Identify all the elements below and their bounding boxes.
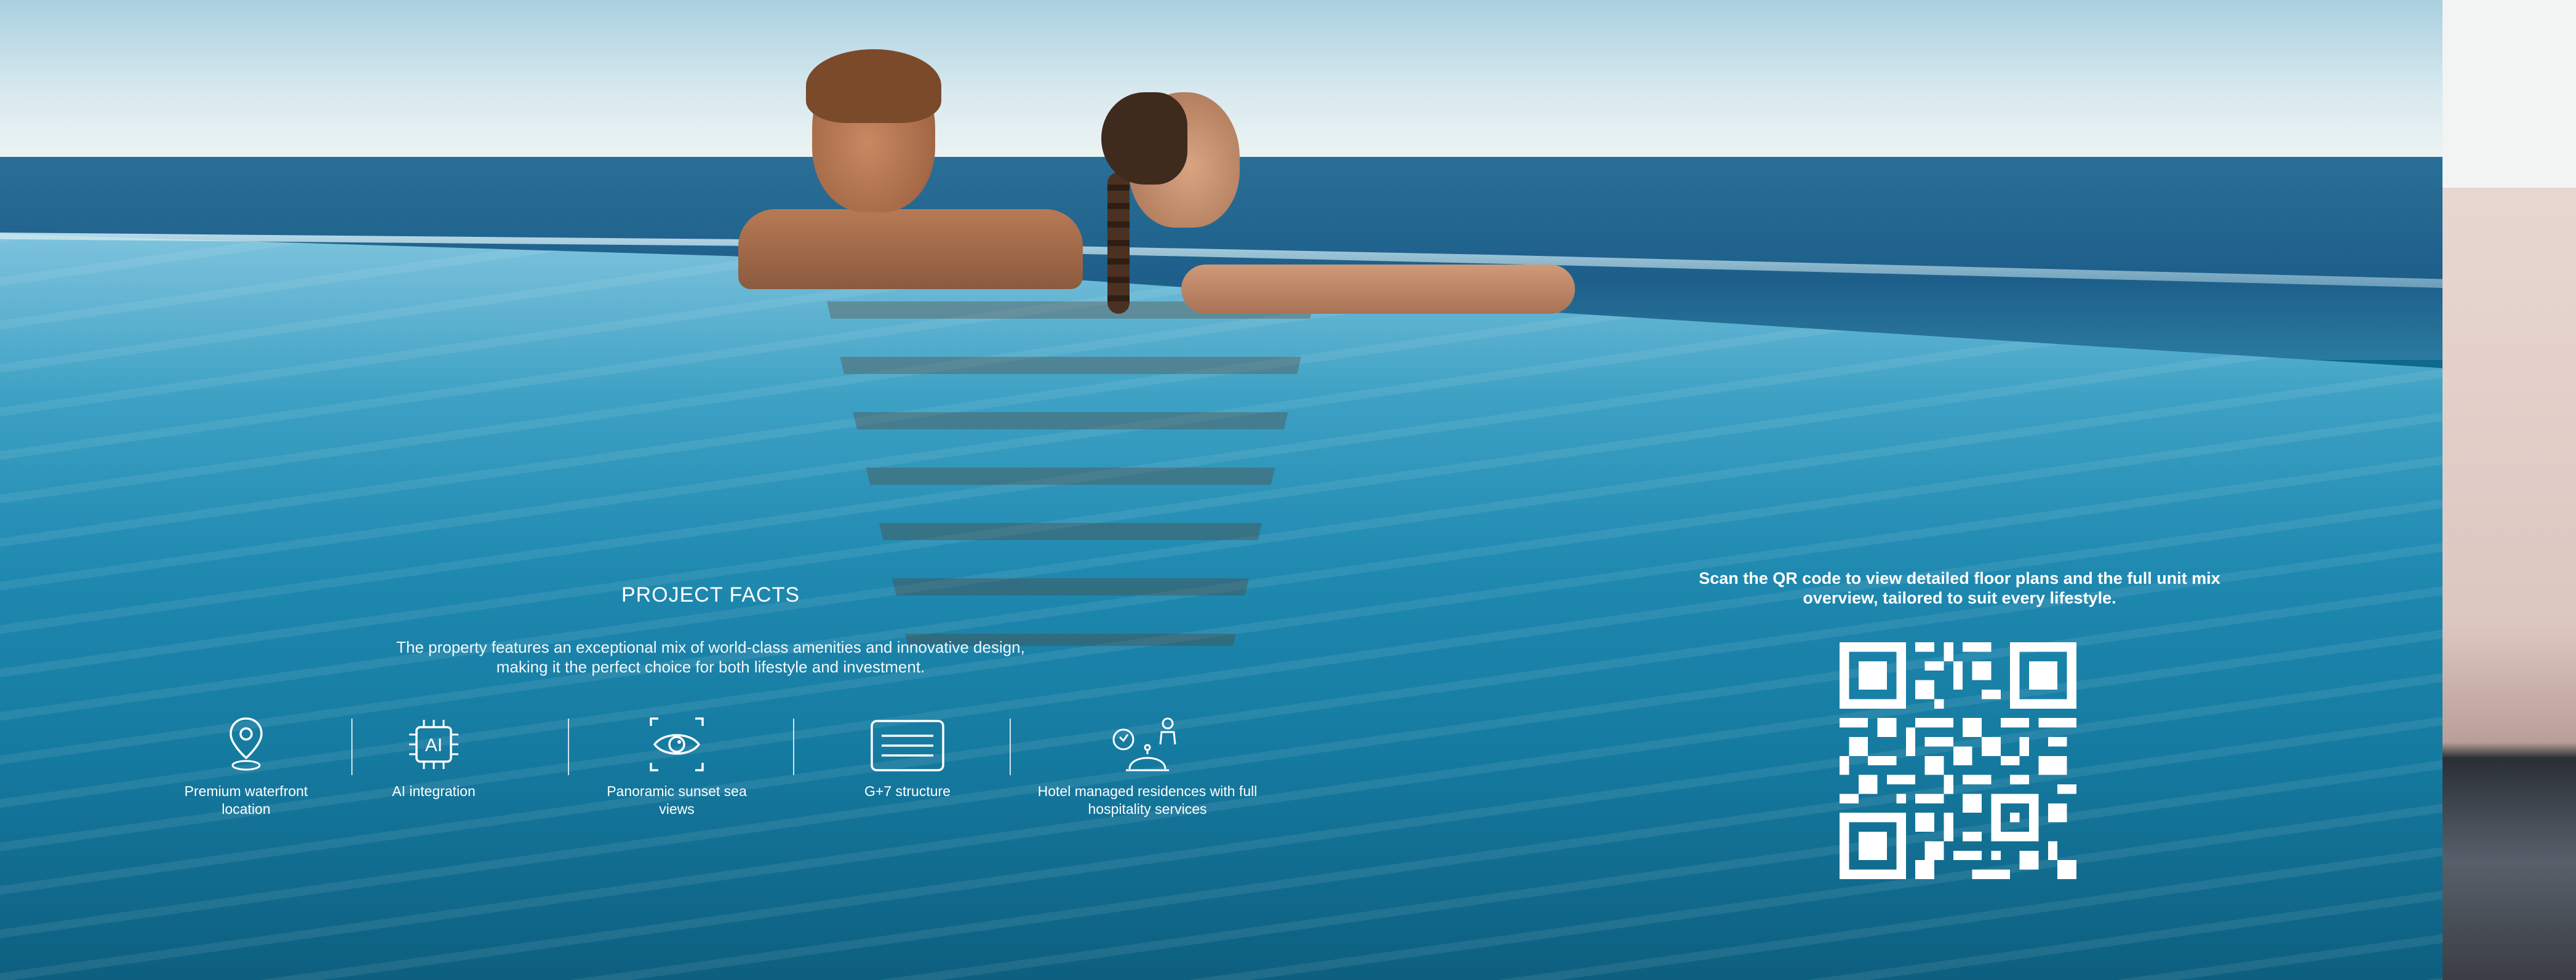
feature-label: Premium waterfront location xyxy=(184,783,308,817)
adjacent-page-photo xyxy=(2442,188,2576,980)
feature-structure: G+7 structure xyxy=(824,714,991,800)
feature-label: AI integration xyxy=(392,783,476,799)
feature-ai: AI AI integration xyxy=(369,714,498,800)
feature-divider xyxy=(1010,719,1011,775)
qr-caption: Scan the QR code to view detailed floor … xyxy=(1699,569,2220,607)
qr-code-icon[interactable] xyxy=(1840,642,2076,879)
woman-arm xyxy=(1181,265,1575,314)
background-photo xyxy=(0,0,2576,980)
feature-list: Premium waterfront location AI AI integr… xyxy=(160,714,1280,831)
feature-divider xyxy=(568,719,569,775)
woman-braid xyxy=(1107,172,1130,314)
project-facts-description: The property features an exceptional mix… xyxy=(396,638,1025,676)
svg-text:AI: AI xyxy=(425,735,442,755)
project-facts-title: PROJECT FACTS xyxy=(621,583,800,607)
feature-waterfront: Premium waterfront location xyxy=(160,714,332,818)
feature-divider xyxy=(351,719,353,775)
adjacent-page-top xyxy=(2442,0,2576,188)
man-shoulders xyxy=(738,209,1083,289)
location-pin-icon xyxy=(229,717,263,771)
feature-label: G+7 structure xyxy=(864,783,951,799)
feature-label: Panoramic sunset sea views xyxy=(607,783,747,817)
hotel-service-bell-icon xyxy=(1112,717,1176,771)
ai-chip-icon: AI xyxy=(409,720,458,769)
feature-label: Hotel managed residences with full hospi… xyxy=(1037,783,1258,817)
building-structure-icon xyxy=(871,720,944,771)
woman-hair xyxy=(1101,92,1187,185)
feature-hotel-managed: Hotel managed residences with full hospi… xyxy=(1034,714,1261,818)
eye-icon xyxy=(650,717,704,771)
man-hair xyxy=(806,49,941,123)
feature-divider xyxy=(793,719,794,775)
feature-sea-views: Panoramic sunset sea views xyxy=(591,714,763,818)
